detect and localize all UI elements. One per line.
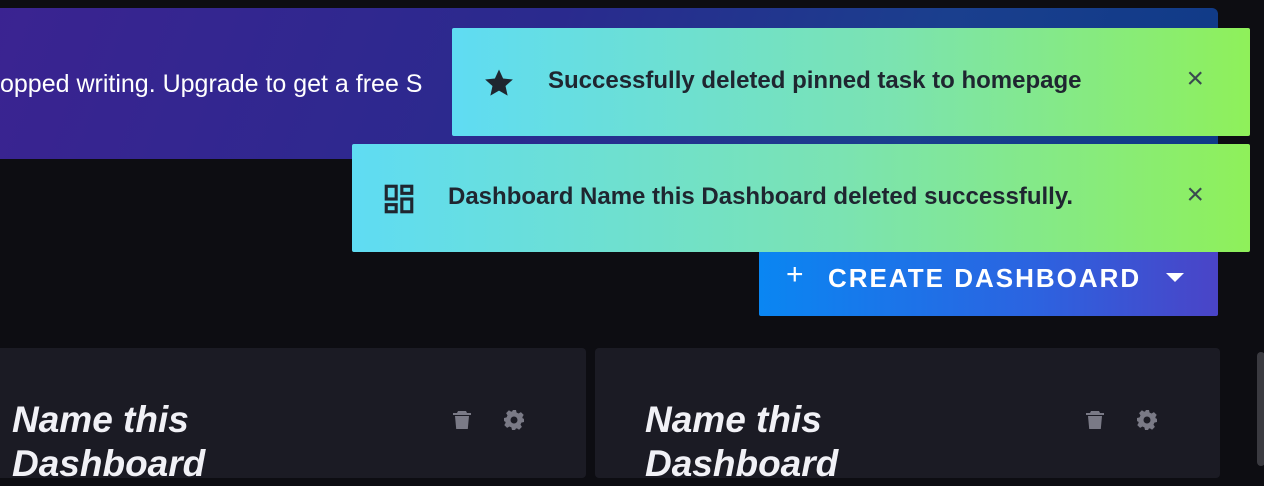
gear-icon[interactable] [1135, 408, 1159, 432]
star-icon [485, 69, 513, 96]
gear-icon[interactable] [502, 408, 526, 432]
banner-text: opped writing. Upgrade to get a free S [0, 70, 423, 98]
dashboard-card[interactable]: Name this Dashboard [0, 348, 586, 484]
notification-toast: Dashboard Name this Dashboard deleted su… [352, 144, 1250, 252]
plus-icon: + [786, 258, 806, 291]
trash-icon[interactable] [450, 408, 474, 432]
scrollbar[interactable] [1257, 352, 1264, 466]
caret-down-icon[interactable] [1166, 273, 1184, 282]
dashboard-title[interactable]: Name this Dashboard [12, 398, 272, 486]
create-dashboard-label: CREATE DASHBOARD [828, 263, 1142, 293]
close-icon[interactable]: × [1186, 178, 1204, 212]
trash-icon[interactable] [1083, 408, 1107, 432]
notification-toast: Successfully deleted pinned task to home… [452, 28, 1250, 136]
notification-message: Successfully deleted pinned task to home… [548, 67, 1082, 94]
notification-message: Dashboard Name this Dashboard deleted su… [448, 183, 1074, 210]
dashboard-icon [384, 184, 414, 214]
dashboard-card[interactable]: Name this Dashboard [595, 348, 1220, 484]
dashboard-title[interactable]: Name this Dashboard [645, 398, 905, 486]
close-icon[interactable]: × [1186, 62, 1204, 96]
